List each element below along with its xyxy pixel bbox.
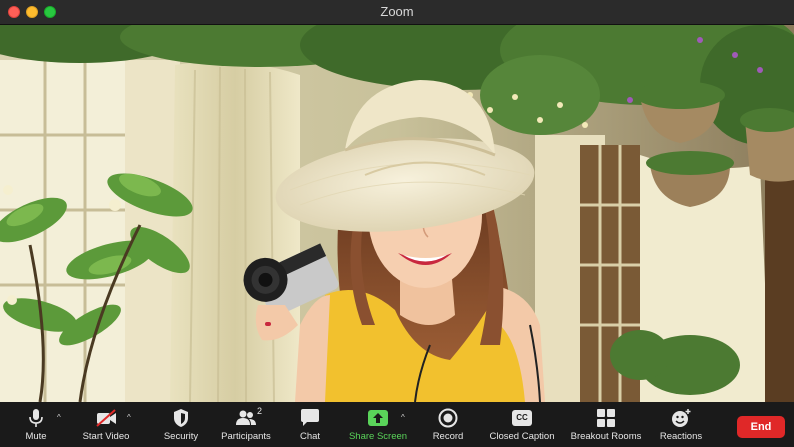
chat-bubble-icon [301, 409, 319, 426]
mute-options-caret[interactable]: ^ [57, 413, 61, 422]
smiley-add-icon [672, 409, 691, 427]
security-button[interactable]: Security [158, 402, 204, 447]
record-button[interactable]: Record [428, 402, 468, 447]
share-options-caret[interactable]: ^ [401, 413, 405, 422]
shield-icon [174, 409, 188, 427]
participants-count: 2 [257, 406, 263, 416]
closed-caption-label: Closed Caption [489, 431, 555, 442]
end-meeting-button[interactable]: End [737, 416, 785, 438]
video-feed [0, 25, 794, 402]
participants-icon [236, 410, 256, 425]
window-title: Zoom [380, 4, 414, 19]
start-video-label: Start Video [82, 431, 130, 442]
window-titlebar: Zoom [0, 0, 794, 25]
mute-label: Mute [25, 431, 47, 442]
record-icon [438, 408, 458, 428]
meeting-toolbar: Mute ^ Start Video ^ Security 2 Particip… [0, 402, 794, 447]
participants-label: Participants [221, 431, 271, 442]
breakout-rooms-button[interactable]: Breakout Rooms [568, 402, 644, 447]
video-frame-image [0, 25, 794, 402]
share-screen-icon [368, 410, 388, 426]
microphone-icon [29, 409, 43, 427]
start-video-button[interactable]: Start Video [78, 402, 134, 447]
breakout-rooms-icon [597, 409, 615, 427]
closed-caption-button[interactable]: CC Closed Caption [486, 402, 558, 447]
chat-button[interactable]: Chat [292, 402, 328, 447]
video-options-caret[interactable]: ^ [127, 413, 131, 422]
security-label: Security [163, 431, 199, 442]
share-screen-label: Share Screen [348, 431, 408, 442]
record-label: Record [432, 431, 464, 442]
participants-button[interactable]: 2 Participants [215, 402, 277, 447]
reactions-button[interactable]: Reactions [656, 402, 706, 447]
breakout-rooms-label: Breakout Rooms [570, 431, 642, 442]
share-screen-button[interactable]: Share Screen [344, 402, 412, 447]
video-camera-off-icon [96, 409, 116, 427]
mute-button[interactable]: Mute [14, 402, 58, 447]
chat-label: Chat [299, 431, 321, 442]
reactions-label: Reactions [659, 431, 703, 442]
closed-caption-icon: CC [512, 410, 532, 426]
